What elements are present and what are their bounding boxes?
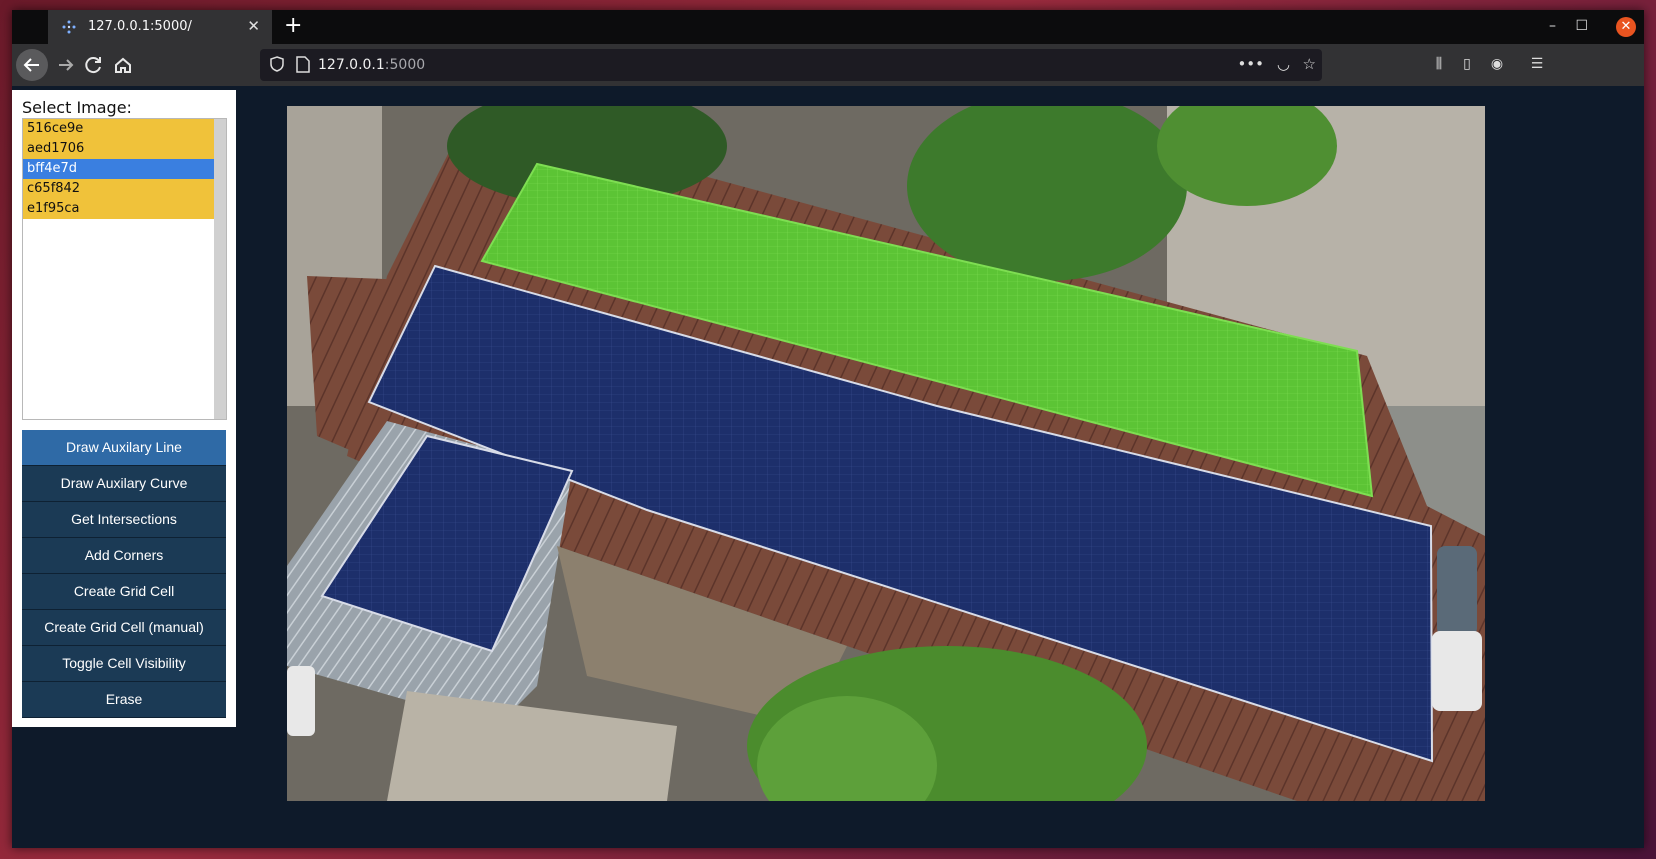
draw-auxiliary-line-button[interactable]: Draw Auxilary Line (22, 430, 226, 466)
window-close-icon[interactable]: ✕ (1616, 17, 1636, 37)
get-intersections-button[interactable]: Get Intersections (22, 502, 226, 538)
create-grid-cell-manual-button[interactable]: Create Grid Cell (manual) (22, 610, 226, 646)
tab-title: 127.0.0.1:5000/ (88, 19, 192, 34)
create-grid-cell-button[interactable]: Create Grid Cell (22, 574, 226, 610)
reload-icon[interactable] (80, 51, 108, 79)
tab-strip: 127.0.0.1:5000/ ✕ + – ☐ ✕ (12, 10, 1644, 44)
image-list-item[interactable]: 516ce9e (23, 119, 215, 139)
library-icon[interactable]: ⫼ (1428, 53, 1450, 75)
draw-auxiliary-curve-button[interactable]: Draw Auxilary Curve (22, 466, 226, 502)
close-tab-icon[interactable]: ✕ (247, 17, 260, 35)
aerial-solar-roof-image[interactable] (287, 106, 1485, 801)
tool-buttons: Draw Auxilary Line Draw Auxilary Curve G… (22, 430, 226, 718)
page-actions-icon[interactable]: ••• (1237, 55, 1264, 73)
home-icon[interactable] (109, 51, 137, 79)
image-list-item-selected[interactable]: bff4e7d (23, 159, 215, 179)
url-text: 127.0.0.1:5000 (318, 57, 426, 73)
page-content: Select Image: 516ce9e aed1706 bff4e7d c6… (12, 86, 1644, 848)
annotation-canvas[interactable] (287, 106, 1485, 801)
navigation-bar: 127.0.0.1:5000 ••• ◡ ☆ ⫼ ▯ ◉ ☰ (12, 44, 1644, 86)
menu-icon[interactable]: ☰ (1526, 53, 1548, 75)
image-list-item[interactable]: e1f95ca (23, 199, 215, 219)
account-icon[interactable]: ◉ (1486, 53, 1508, 75)
browser-window: 127.0.0.1:5000/ ✕ + – ☐ ✕ 127.0.0.1:5000… (12, 10, 1644, 848)
image-list-item[interactable]: c65f842 (23, 179, 215, 199)
image-list-item[interactable]: aed1706 (23, 139, 215, 159)
image-listbox[interactable]: 516ce9e aed1706 bff4e7d c65f842 e1f95ca (22, 118, 227, 420)
sidebar-icon[interactable]: ▯ (1456, 53, 1478, 75)
url-bar[interactable]: 127.0.0.1:5000 ••• ◡ ☆ (260, 49, 1322, 81)
add-corners-button[interactable]: Add Corners (22, 538, 226, 574)
back-icon[interactable] (16, 49, 48, 81)
listbox-scrollbar[interactable] (214, 119, 226, 419)
bookmark-star-icon[interactable]: ☆ (1303, 55, 1316, 73)
erase-button[interactable]: Erase (22, 682, 226, 718)
maximize-icon[interactable]: ☐ (1575, 18, 1588, 34)
toggle-cell-visibility-button[interactable]: Toggle Cell Visibility (22, 646, 226, 682)
new-tab-icon[interactable]: + (284, 13, 302, 38)
control-panel: Select Image: 516ce9e aed1706 bff4e7d c6… (12, 90, 236, 727)
forward-icon[interactable] (52, 51, 80, 79)
pocket-icon[interactable]: ◡ (1277, 55, 1290, 73)
select-image-label: Select Image: (22, 98, 132, 117)
page-icon (296, 56, 310, 73)
browser-tab[interactable]: 127.0.0.1:5000/ ✕ (48, 10, 272, 44)
favicon-icon (62, 20, 76, 34)
shield-icon[interactable] (269, 56, 285, 72)
minimize-icon[interactable]: – (1549, 18, 1556, 34)
